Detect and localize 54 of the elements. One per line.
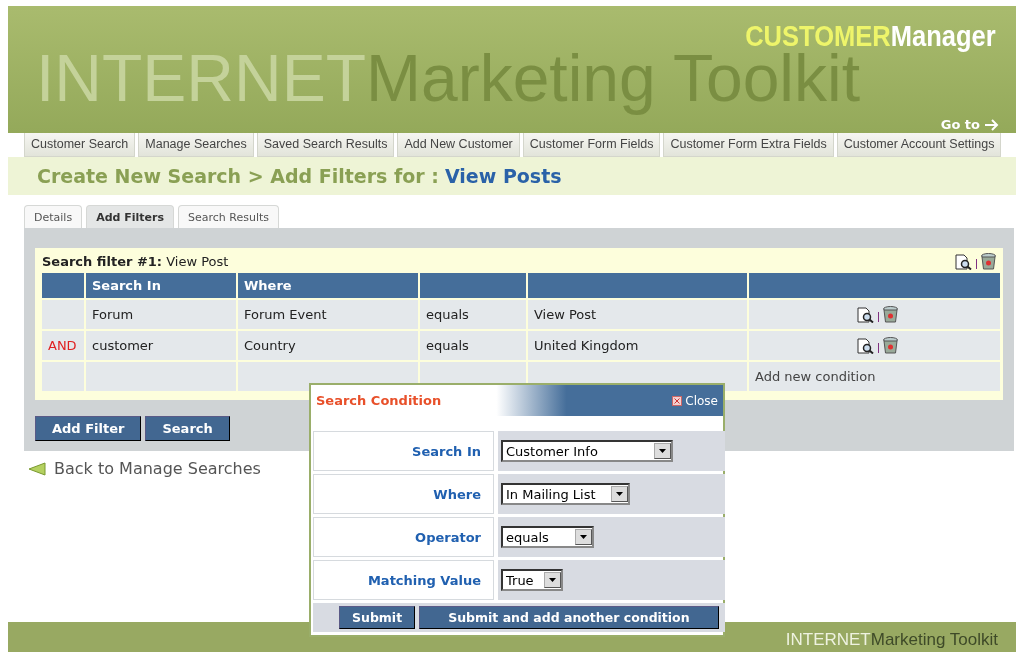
back-link[interactable]: Back to Manage Searches: [54, 459, 261, 478]
column-header: Where: [238, 273, 418, 298]
column-header: Search In: [86, 273, 236, 298]
tab[interactable]: Details: [24, 205, 83, 228]
document-magnifier-icon[interactable]: [955, 253, 972, 270]
nav-tab[interactable]: Customer Form Fields: [522, 133, 661, 157]
document-magnifier-icon[interactable]: [857, 337, 874, 354]
app-logo: CUSTOMERManager: [745, 20, 996, 53]
table-cell: equals: [420, 300, 526, 329]
dialog-title: Search Condition: [316, 393, 442, 408]
trash-icon[interactable]: [883, 306, 898, 323]
table-cell: View Post: [528, 300, 747, 329]
field-label: Operator: [313, 517, 494, 557]
field-label: Where: [313, 474, 494, 514]
trash-icon[interactable]: [883, 337, 898, 354]
table-cell: Forum Event: [238, 300, 418, 329]
footer-brand: INTERNETMarketing Toolkit: [785, 630, 998, 650]
dropdown[interactable]: Customer Info: [501, 440, 673, 462]
tab[interactable]: Add Filters: [86, 205, 174, 228]
document-magnifier-icon[interactable]: [857, 306, 874, 323]
page-title: Create New Search > Add Filters for :: [37, 165, 439, 187]
nav-tab[interactable]: Customer Form Extra Fields: [663, 133, 834, 157]
column-header: [42, 273, 84, 298]
back-arrow-icon[interactable]: [28, 461, 46, 476]
arrow-right-icon[interactable]: [984, 118, 1000, 131]
table-cell: Country: [238, 331, 418, 360]
action-button[interactable]: Add Filter: [35, 416, 142, 441]
submit-button[interactable]: Submit and add another condition: [419, 606, 719, 629]
nav-tab[interactable]: Saved Search Results: [256, 133, 395, 157]
add-condition-link[interactable]: Add new condition: [755, 369, 876, 384]
table-cell: [42, 362, 84, 391]
trash-icon[interactable]: [981, 253, 996, 270]
nav-tab[interactable]: Customer Search: [24, 133, 136, 157]
nav-tab[interactable]: Add New Customer: [397, 133, 520, 157]
table-cell: customer: [86, 331, 236, 360]
nav-tab[interactable]: Customer Account Settings: [836, 133, 1002, 157]
dropdown[interactable]: True: [501, 569, 563, 591]
filter-title: Search filter #1: View Post: [42, 254, 229, 269]
field-label: Search In: [313, 431, 494, 471]
dropdown[interactable]: equals: [501, 526, 594, 548]
search-name: View Posts: [444, 165, 562, 187]
submit-button[interactable]: Submit: [339, 606, 416, 629]
table-cell: AND: [42, 331, 84, 360]
tab[interactable]: Search Results: [178, 205, 279, 228]
table-cell: [42, 300, 84, 329]
field-label: Matching Value: [313, 560, 494, 600]
table-cell: Forum: [86, 300, 236, 329]
table-cell: equals: [420, 331, 526, 360]
close-icon[interactable]: [672, 395, 683, 406]
table-cell: United Kingdom: [528, 331, 747, 360]
dropdown[interactable]: In Mailing List: [501, 483, 630, 505]
action-button[interactable]: Search: [145, 416, 230, 441]
nav-tab[interactable]: Manage Searches: [138, 133, 254, 157]
close-button[interactable]: Close: [672, 393, 718, 408]
